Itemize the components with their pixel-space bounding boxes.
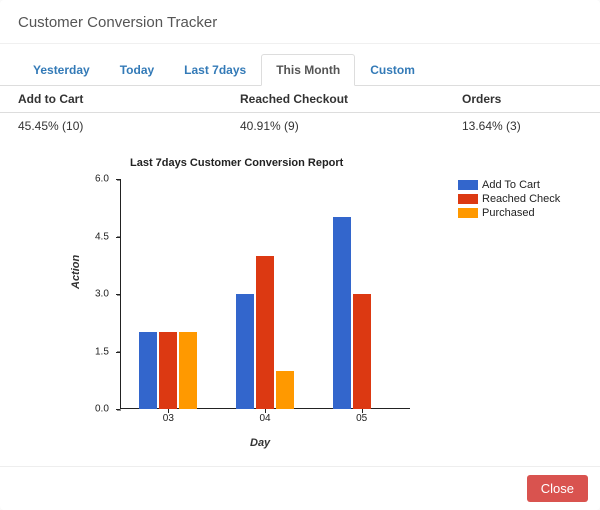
legend-swatch-1 [458, 194, 478, 204]
legend-label-1: Reached Check [482, 193, 560, 205]
tab-custom[interactable]: Custom [355, 54, 430, 86]
legend-item-2: Purchased [458, 207, 578, 219]
metric-header-orders: Orders [462, 92, 582, 106]
tab-yesterday[interactable]: Yesterday [18, 54, 105, 86]
y-tick: 0.0 [95, 404, 109, 415]
x-axis-label: Day [250, 437, 270, 449]
metric-value-add-to-cart: 45.45% (10) [18, 119, 240, 133]
y-tick: 1.5 [95, 346, 109, 357]
bar-2 [276, 371, 294, 409]
bar-0 [236, 294, 254, 409]
tab-this-month[interactable]: This Month [261, 54, 355, 86]
metrics-value-row: 45.45% (10) 40.91% (9) 13.64% (3) [0, 113, 600, 139]
panel-footer: Close [0, 466, 600, 510]
legend-item-0: Add To Cart [458, 179, 578, 191]
bar-1 [159, 332, 177, 409]
metric-header-add-to-cart: Add to Cart [18, 92, 240, 106]
x-category-label: 04 [259, 413, 270, 424]
y-axis-label: Action [70, 255, 82, 289]
legend-swatch-0 [458, 180, 478, 190]
x-category-label: 05 [356, 413, 367, 424]
chart-title: Last 7days Customer Conversion Report [130, 157, 343, 169]
y-tick: 6.0 [95, 174, 109, 185]
y-tick: 4.5 [95, 231, 109, 242]
range-tabs: Yesterday Today Last 7days This Month Cu… [0, 54, 600, 86]
bar-0 [139, 332, 157, 409]
legend-swatch-2 [458, 208, 478, 218]
bar-2 [179, 332, 197, 409]
tab-last7days[interactable]: Last 7days [169, 54, 261, 86]
bar-1 [353, 294, 371, 409]
chart-area: Last 7days Customer Conversion Report Ad… [0, 139, 600, 466]
metric-value-reached-checkout: 40.91% (9) [240, 119, 462, 133]
y-tick: 3.0 [95, 289, 109, 300]
metric-header-reached-checkout: Reached Checkout [240, 92, 462, 106]
chart-plot [120, 179, 410, 409]
close-button[interactable]: Close [527, 475, 588, 502]
legend-label-2: Purchased [482, 207, 535, 219]
legend-item-1: Reached Check [458, 193, 578, 205]
metrics-header-row: Add to Cart Reached Checkout Orders [0, 86, 600, 113]
page-title: Customer Conversion Tracker [0, 0, 600, 44]
legend-label-0: Add To Cart [482, 179, 540, 191]
conversion-tracker-panel: Customer Conversion Tracker Yesterday To… [0, 0, 600, 510]
bar-0 [333, 217, 351, 409]
x-category-label: 03 [163, 413, 174, 424]
chart-legend: Add To Cart Reached Check Purchased [458, 179, 578, 221]
tab-today[interactable]: Today [105, 54, 169, 86]
bar-1 [256, 256, 274, 409]
metric-value-orders: 13.64% (3) [462, 119, 582, 133]
